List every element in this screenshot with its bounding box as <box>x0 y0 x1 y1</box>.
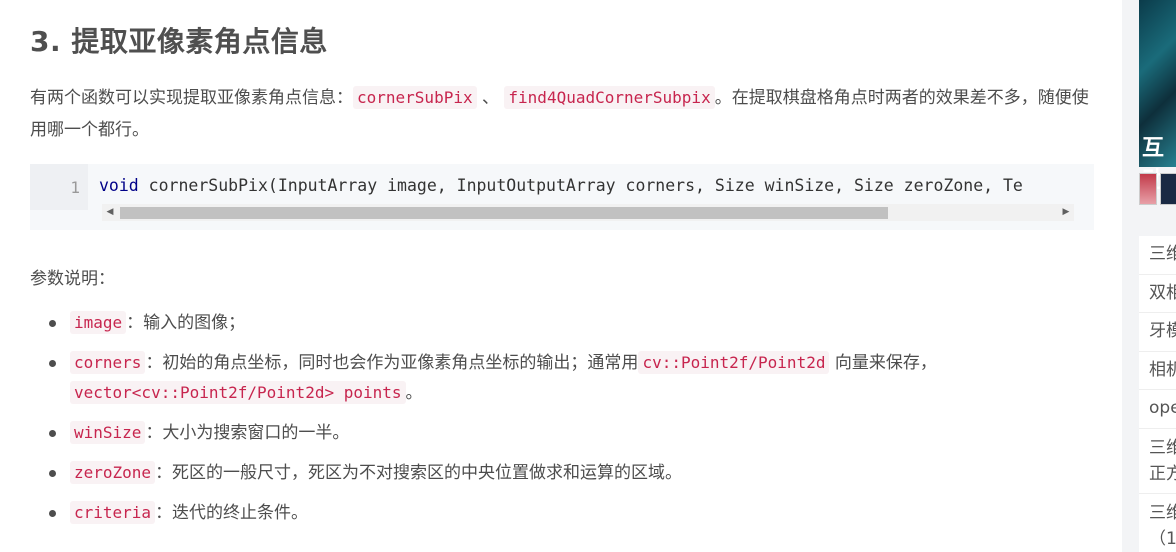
right-sidebar: 互动 三维 双相 牙模 相机 ope 三维 正方 三维 （1 <box>1122 0 1176 552</box>
code-keyword: void <box>99 176 139 195</box>
related-articles-list: 三维 双相 牙模 相机 ope 三维 正方 三维 （1 <box>1139 236 1176 552</box>
param-desc: ：迭代的终止条件。 <box>155 503 309 523</box>
line-number: 1 <box>70 178 80 197</box>
list-item: corners ：初始的角点坐标，同时也会作为亚像素角点坐标的输出；通常用 cv::… <box>30 348 1090 408</box>
inline-code-find4quad: find4QuadCornerSubpix <box>504 86 715 109</box>
param-code: corners <box>70 351 146 374</box>
param-code: cv::Point2f/Point2d <box>638 351 830 374</box>
related-article-link[interactable]: 三维 正方 <box>1139 429 1176 494</box>
related-article-link[interactable]: ope <box>1139 390 1176 429</box>
scroll-right-arrow-icon[interactable]: ▶ <box>1060 204 1072 221</box>
code-line-rest: cornerSubPix(InputArray image, InputOutp… <box>138 176 1023 195</box>
param-desc: 。 <box>405 383 423 403</box>
related-article-link[interactable]: 三维 （1 <box>1139 494 1176 552</box>
ad-thumbnail[interactable] <box>1139 173 1157 205</box>
ad-thumbnail[interactable] <box>1160 173 1176 205</box>
list-item: zeroZone ：死区的一般尺寸，死区为不对搜索区的中央位置做求和运算的区域。 <box>30 458 1090 488</box>
params-list: image ：输入的图像； corners ：初始的角点坐标，同时也会作为亚像素角点… <box>30 308 1090 538</box>
inline-code-cornersubpix: cornerSubPix <box>353 86 477 109</box>
param-desc: ：输入的图像； <box>126 313 246 333</box>
list-item: image ：输入的图像； <box>30 308 1090 338</box>
scroll-left-arrow-icon[interactable]: ◀ <box>104 204 116 221</box>
param-desc: ：初始的角点坐标，同时也会作为亚像素角点坐标的输出；通常用 <box>145 353 639 373</box>
intro-separator: 、 <box>482 88 499 108</box>
param-code: criteria <box>70 501 156 524</box>
param-desc: ：死区的一般尺寸，死区为不对搜索区的中央位置做求和运算的区域。 <box>155 463 683 483</box>
related-article-link[interactable]: 牙模 <box>1139 313 1176 352</box>
code-block[interactable]: 1 void cornerSubPix(InputArray image, In… <box>30 164 1094 230</box>
intro-paragraph: 有两个函数可以实现提取亚像素角点信息： cornerSubPix 、 find4Q… <box>30 82 1090 146</box>
param-desc: 向量来保存， <box>829 353 937 373</box>
scrollbar-thumb[interactable] <box>120 207 888 219</box>
code-horizontal-scrollbar[interactable]: ◀ ▶ <box>102 204 1074 221</box>
code-line[interactable]: void cornerSubPix(InputArray image, Inpu… <box>99 176 1077 195</box>
intro-text-pre: 有两个函数可以实现提取亚像素角点信息： <box>30 88 353 108</box>
related-article-link[interactable]: 三维 <box>1139 236 1176 275</box>
related-article-link[interactable]: 相机 <box>1139 352 1176 390</box>
param-code: vector<cv::Point2f/Point2d> points <box>70 381 406 404</box>
param-code: winSize <box>70 421 146 444</box>
list-item: criteria ：迭代的终止条件。 <box>30 498 1090 528</box>
param-desc: ：大小为搜索窗口的一半。 <box>145 423 350 443</box>
param-code: zeroZone <box>70 461 156 484</box>
params-title: 参数说明： <box>30 269 115 289</box>
code-gutter: 1 <box>30 164 88 210</box>
param-code: image <box>70 311 127 334</box>
list-item: winSize ：大小为搜索窗口的一半。 <box>30 418 1090 448</box>
related-article-link[interactable]: 双相 <box>1139 275 1176 313</box>
section-title: 3. 提取亚像素角点信息 <box>30 25 328 58</box>
article-content: 3. 提取亚像素角点信息 有两个函数可以实现提取亚像素角点信息： cornerSu… <box>0 0 1122 552</box>
